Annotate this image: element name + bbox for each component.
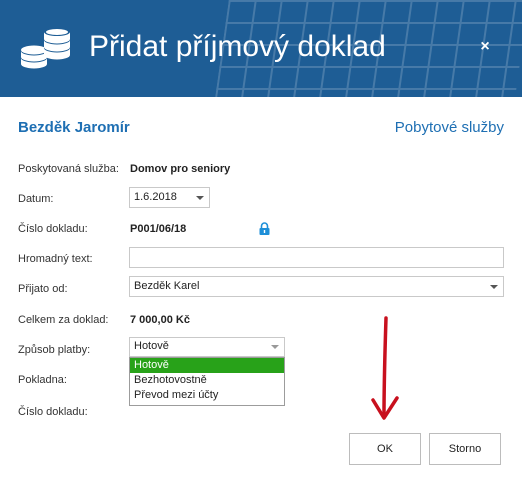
- lock-icon: [259, 222, 270, 235]
- date-picker[interactable]: 1.6.2018: [129, 187, 210, 208]
- close-icon[interactable]: ×: [474, 36, 496, 58]
- doc-number-value: P001/06/18: [130, 223, 187, 235]
- doc-number2-label: Číslo dokladu:: [18, 406, 88, 418]
- chevron-down-icon: [196, 196, 204, 200]
- dialog-header: Přidat příjmový doklad ×: [0, 0, 522, 97]
- total-value: 7 000,00 Kč: [130, 314, 190, 326]
- doc-number-label: Číslo dokladu:: [18, 223, 88, 235]
- red-arrow-annotation: [371, 316, 399, 420]
- payment-option-transfer[interactable]: Převod mezi účty: [130, 388, 284, 403]
- chevron-down-icon: [490, 285, 498, 289]
- coins-icon: [21, 28, 70, 69]
- service-value: Domov pro seniory: [130, 163, 231, 175]
- received-from-label: Přijato od:: [18, 283, 68, 295]
- cash-register-label: Pokladna:: [18, 374, 67, 386]
- dialog-title: Přidat příjmový doklad: [89, 30, 386, 63]
- payment-option-cashless[interactable]: Bezhotovostně: [130, 373, 284, 388]
- ok-button[interactable]: OK: [349, 433, 421, 465]
- date-value: 1.6.2018: [134, 191, 177, 203]
- service-label: Poskytovaná služba:: [18, 163, 119, 175]
- payment-method-label: Způsob platby:: [18, 344, 91, 356]
- bulk-text-label: Hromadný text:: [18, 253, 93, 265]
- received-from-select[interactable]: Bezděk Karel: [129, 276, 504, 297]
- payment-option-cash[interactable]: Hotově: [130, 358, 284, 373]
- payment-method-value: Hotově: [134, 340, 169, 352]
- cancel-button[interactable]: Storno: [429, 433, 501, 465]
- total-label: Celkem za doklad:: [18, 314, 109, 326]
- payment-method-dropdown: Hotově Bezhotovostně Převod mezi účty: [129, 357, 285, 406]
- chevron-down-icon: [271, 345, 279, 349]
- client-name: Bezděk Jaromír: [18, 119, 130, 136]
- bulk-text-input[interactable]: [129, 247, 504, 268]
- service-type: Pobytové služby: [394, 119, 504, 136]
- received-from-value: Bezděk Karel: [134, 280, 200, 292]
- payment-method-select[interactable]: Hotově: [129, 337, 285, 357]
- date-label: Datum:: [18, 193, 54, 205]
